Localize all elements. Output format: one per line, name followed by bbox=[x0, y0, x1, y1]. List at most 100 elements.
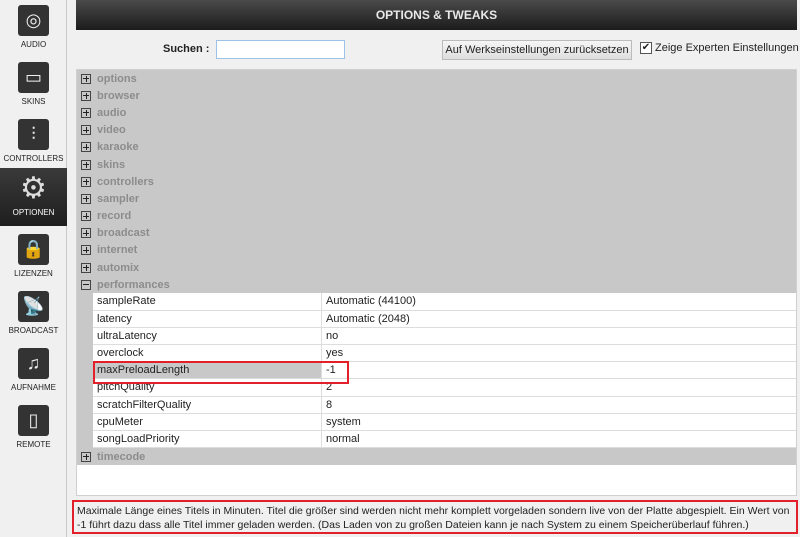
setting-name: ultraLatency bbox=[93, 327, 322, 345]
sidebar-item-label: CONTROLLERS bbox=[3, 154, 64, 163]
tree-group[interactable]: sampler bbox=[77, 190, 796, 208]
search-input[interactable] bbox=[216, 40, 345, 59]
setting-value[interactable]: yes bbox=[322, 345, 796, 363]
setting-row[interactable]: sampleRate Automatic (44100) bbox=[77, 293, 796, 311]
expert-settings-checkbox[interactable]: ✔ Zeige Experten Einstellungen bbox=[640, 42, 799, 54]
sidebar-item-label: AUFNAHME bbox=[11, 383, 56, 392]
monitor-icon: ▭ bbox=[18, 62, 49, 93]
setting-name: overclock bbox=[93, 345, 322, 363]
group-label: karaoke bbox=[97, 141, 139, 154]
group-label: options bbox=[97, 72, 137, 85]
expand-icon[interactable] bbox=[81, 262, 91, 273]
sidebar-item-lizenzen[interactable]: 🔒 LIZENZEN bbox=[0, 229, 67, 286]
setting-name: scratchFilterQuality bbox=[93, 396, 322, 414]
expand-icon[interactable] bbox=[81, 73, 91, 84]
expand-icon[interactable] bbox=[81, 159, 91, 170]
speaker-icon: ◎ bbox=[18, 5, 49, 36]
setting-name: sampleRate bbox=[93, 293, 322, 311]
expert-settings-label: Zeige Experten Einstellungen bbox=[655, 42, 799, 54]
group-label: automix bbox=[97, 261, 140, 274]
tree-group[interactable]: karaoke bbox=[77, 138, 796, 156]
tree-group[interactable]: video bbox=[77, 121, 796, 139]
expand-icon[interactable] bbox=[81, 211, 91, 222]
sidebar-item-label: REMOTE bbox=[16, 440, 51, 449]
setting-value[interactable]: system bbox=[322, 413, 796, 431]
tree-group[interactable]: controllers bbox=[77, 173, 796, 191]
setting-row[interactable]: maxPreloadLength -1 bbox=[77, 361, 796, 385]
setting-value[interactable]: 2 bbox=[322, 379, 796, 397]
expand-icon[interactable] bbox=[81, 90, 91, 101]
reset-defaults-button[interactable]: Auf Werkseinstellungen zurücksetzen bbox=[442, 40, 632, 60]
expand-icon[interactable] bbox=[81, 193, 91, 204]
sidebar-item-label: OPTIONEN bbox=[12, 208, 55, 217]
setting-value[interactable]: no bbox=[322, 327, 796, 345]
gear-icon: ⚙ bbox=[20, 172, 47, 205]
setting-row[interactable]: songLoadPriority normal bbox=[77, 430, 796, 449]
setting-value[interactable]: Automatic (44100) bbox=[322, 293, 796, 311]
expand-icon[interactable] bbox=[81, 176, 91, 187]
tree-group[interactable]: timecode bbox=[77, 448, 796, 466]
tree-group[interactable]: browser bbox=[77, 87, 796, 105]
setting-value[interactable]: normal bbox=[322, 430, 796, 449]
setting-name: songLoadPriority bbox=[93, 430, 322, 449]
sidebar-item-label: BROADCAST bbox=[8, 326, 59, 335]
expand-icon[interactable] bbox=[81, 142, 91, 153]
group-label: internet bbox=[97, 244, 138, 257]
expand-icon[interactable] bbox=[81, 125, 91, 136]
tree-group[interactable]: internet bbox=[77, 241, 796, 260]
setting-row[interactable]: latency Automatic (2048) bbox=[77, 310, 796, 328]
sidebar-item-aufnahme[interactable]: ♫ AUFNAHME bbox=[0, 343, 67, 400]
group-label: timecode bbox=[97, 450, 146, 463]
setting-value[interactable]: Automatic (2048) bbox=[322, 310, 796, 328]
tree-group[interactable]: performances bbox=[77, 276, 796, 294]
setting-name: maxPreloadLength bbox=[93, 362, 322, 380]
sidebar-item-audio[interactable]: ◎ AUDIO bbox=[0, 0, 67, 57]
group-label: audio bbox=[97, 106, 127, 119]
sidebar-item-broadcast[interactable]: 📡 BROADCAST bbox=[0, 286, 67, 343]
setting-row[interactable]: cpuMeter system bbox=[77, 413, 796, 431]
setting-value[interactable]: -1 bbox=[322, 362, 796, 380]
tree-group[interactable]: record bbox=[77, 207, 796, 225]
tablet-icon: ▯ bbox=[18, 405, 49, 436]
group-label: controllers bbox=[97, 175, 154, 188]
page-title: OPTIONS & TWEAKS bbox=[76, 0, 797, 30]
antenna-icon: 📡 bbox=[18, 291, 49, 322]
setting-row[interactable]: scratchFilterQuality 8 bbox=[77, 396, 796, 414]
group-label: skins bbox=[97, 158, 126, 171]
sidebar-item-skins[interactable]: ▭ SKINS bbox=[0, 57, 67, 114]
setting-row[interactable]: overclock yes bbox=[77, 345, 796, 363]
options-tree: options browser audio video karaoke skins cont… bbox=[76, 69, 797, 496]
checkbox-checked-icon[interactable]: ✔ bbox=[640, 42, 652, 54]
group-label: broadcast bbox=[97, 227, 150, 240]
group-label: sampler bbox=[97, 192, 140, 205]
sidebar-item-controllers[interactable]: ⫶ CONTROLLERS bbox=[0, 114, 67, 171]
music-folder-icon: ♫ bbox=[18, 348, 49, 379]
setting-row[interactable]: ultraLatency no bbox=[77, 327, 796, 345]
lock-icon: 🔒 bbox=[18, 234, 49, 265]
expand-icon[interactable] bbox=[81, 245, 91, 256]
option-description: Maximale Länge eines Titels in Minuten. … bbox=[72, 500, 798, 534]
sidebar-item-remote[interactable]: ▯ REMOTE bbox=[0, 400, 67, 457]
expand-icon[interactable] bbox=[81, 451, 91, 462]
sidebar-item-label: AUDIO bbox=[20, 40, 47, 49]
collapse-icon[interactable] bbox=[81, 279, 91, 290]
setting-name: latency bbox=[93, 310, 322, 328]
sidebar-item-optionen[interactable]: ⚙ OPTIONEN bbox=[0, 168, 67, 226]
setting-value[interactable]: 8 bbox=[322, 396, 796, 414]
sidebar-item-label: SKINS bbox=[21, 97, 46, 106]
sidebar: ◎ AUDIO ▭ SKINS ⫶ CONTROLLERS ⚙ OPTIONEN 🔒 LIZENZ… bbox=[0, 0, 67, 537]
sidebar-item-label: LIZENZEN bbox=[14, 269, 53, 278]
setting-name: cpuMeter bbox=[93, 413, 322, 431]
tree-group[interactable]: audio bbox=[77, 104, 796, 122]
expand-icon[interactable] bbox=[81, 107, 91, 118]
tree-group[interactable]: options bbox=[77, 70, 796, 88]
search-label: Suchen : bbox=[163, 43, 210, 55]
tree-group[interactable]: broadcast bbox=[77, 224, 796, 242]
tree-group[interactable]: automix bbox=[77, 259, 796, 277]
expand-icon[interactable] bbox=[81, 228, 91, 239]
tree-group[interactable]: skins bbox=[77, 155, 796, 174]
group-label: record bbox=[97, 210, 132, 223]
sliders-icon: ⫶ bbox=[18, 119, 49, 150]
group-label: video bbox=[97, 124, 126, 137]
group-label: browser bbox=[97, 89, 140, 102]
